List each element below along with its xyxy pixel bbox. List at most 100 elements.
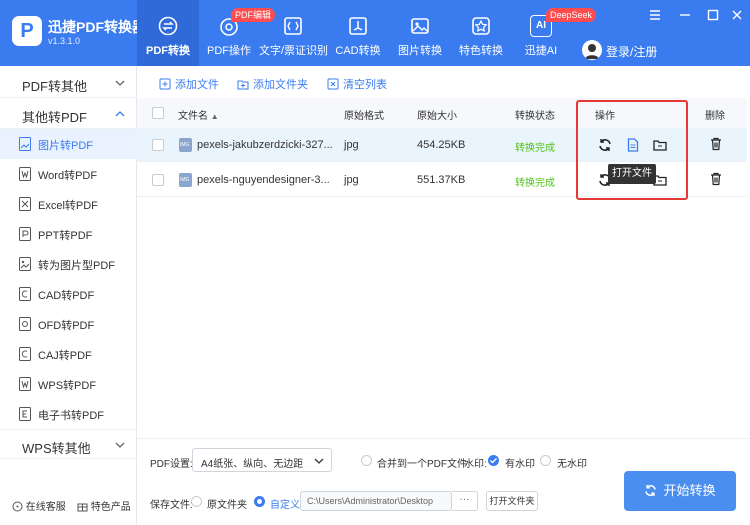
add-file-label: 添加文件 bbox=[175, 79, 219, 91]
original-folder-label: 原文件夹 bbox=[207, 500, 247, 511]
app-title: 迅捷PDF转换器 bbox=[48, 19, 146, 35]
original-folder-radio[interactable] bbox=[191, 496, 202, 507]
nav-ocr[interactable]: 文字/票证识别 bbox=[259, 0, 328, 66]
clear-list-label: 清空列表 bbox=[343, 79, 387, 91]
login-link[interactable]: 登录/注册 bbox=[606, 43, 657, 60]
add-file-button[interactable]: 添加文件 bbox=[159, 76, 219, 92]
status-badge: 转换完成 bbox=[515, 178, 555, 189]
row-checkbox[interactable] bbox=[152, 139, 164, 151]
nav-featured[interactable]: 特色转换 bbox=[451, 0, 511, 66]
sidebar-item-word-to-pdf[interactable]: Word转PDF bbox=[0, 159, 137, 189]
open-folder-button[interactable]: 打开文件夹 bbox=[486, 491, 538, 511]
no-watermark-radio[interactable] bbox=[540, 455, 551, 466]
trash-icon[interactable] bbox=[709, 137, 723, 151]
sidebar-item-label: Excel转PDF bbox=[38, 200, 98, 212]
wps-file-icon bbox=[19, 377, 31, 391]
header-status: 转换状态 bbox=[515, 111, 555, 122]
cad-file-icon bbox=[19, 287, 31, 301]
sidebar-item-label: Word转PDF bbox=[38, 170, 98, 182]
add-folder-label: 添加文件夹 bbox=[253, 79, 308, 91]
nav-cad[interactable]: CAD转换 bbox=[327, 0, 389, 66]
file-size: 551.37KB bbox=[417, 174, 466, 186]
sidebar-group-pdf-to-other[interactable]: PDF转其他 bbox=[0, 68, 137, 98]
sidebar-item-wps-to-pdf[interactable]: WPS转PDF bbox=[0, 369, 137, 399]
maximize-icon[interactable] bbox=[706, 8, 720, 22]
status-badge: 转换完成 bbox=[515, 143, 555, 154]
group-label: 其他转PDF bbox=[22, 110, 88, 125]
header-filename-label: 文件名 bbox=[178, 111, 208, 122]
sidebar-item-image-to-pdf[interactable]: 图片转PDF bbox=[0, 129, 137, 159]
deepseek-badge: DeepSeek bbox=[546, 8, 597, 22]
nav-pdf-convert[interactable]: PDF转换 bbox=[137, 0, 199, 66]
refresh-icon bbox=[645, 485, 657, 496]
nav-label: PDF转换 bbox=[146, 45, 190, 57]
add-file-icon bbox=[159, 78, 171, 90]
clear-list-icon bbox=[327, 78, 339, 90]
pdf-settings-select[interactable]: A4纸张、纵向、无边距 bbox=[192, 448, 332, 472]
ebook-file-icon bbox=[19, 407, 31, 421]
custom-folder-radio[interactable] bbox=[254, 496, 265, 507]
trash-icon[interactable] bbox=[709, 172, 723, 186]
sidebar-item-caj-to-pdf[interactable]: CAJ转PDF bbox=[0, 339, 137, 369]
header-delete: 删除 bbox=[705, 111, 725, 122]
minimize-icon[interactable] bbox=[678, 8, 692, 22]
merge-radio[interactable] bbox=[361, 455, 372, 466]
caj-file-icon bbox=[19, 347, 31, 361]
online-service-link[interactable]: 在线客服 bbox=[12, 498, 66, 513]
add-folder-icon bbox=[237, 80, 249, 90]
save-path-value: C:\Users\Administrator\Desktop bbox=[307, 496, 434, 506]
no-watermark-label: 无水印 bbox=[557, 459, 587, 470]
pdf-settings-label: PDF设置: bbox=[150, 459, 193, 470]
save-file-label: 保存文件: bbox=[150, 500, 193, 511]
ppt-file-icon bbox=[19, 227, 31, 241]
app-version: v1.3.1.0 bbox=[48, 36, 81, 46]
avatar[interactable] bbox=[582, 40, 602, 60]
start-convert-button[interactable]: 开始转换 bbox=[624, 471, 736, 511]
with-watermark-radio[interactable] bbox=[488, 455, 499, 466]
nav-label: CAD转换 bbox=[335, 45, 381, 57]
sidebar-item-label: WPS转PDF bbox=[38, 380, 97, 392]
file-name: pexels-jakubzerdzicki-327... bbox=[197, 139, 333, 151]
file-format: jpg bbox=[344, 139, 359, 151]
sidebar-item-cad-to-pdf[interactable]: CAD转PDF bbox=[0, 279, 137, 309]
add-folder-button[interactable]: 添加文件夹 bbox=[237, 76, 308, 92]
gift-icon bbox=[77, 503, 88, 512]
header-filename[interactable]: 文件名 ▲ bbox=[178, 107, 219, 122]
sidebar-item-image-pdf[interactable]: 转为图片型PDF bbox=[0, 249, 137, 279]
chevron-down-icon bbox=[314, 458, 324, 464]
watermark-label: 水印: bbox=[464, 459, 487, 470]
sidebar-item-ebook-to-pdf[interactable]: 电子书转PDF bbox=[0, 399, 137, 429]
sidebar-item-label: OFD转PDF bbox=[38, 320, 95, 332]
clear-list-button[interactable]: 清空列表 bbox=[327, 76, 387, 92]
image-file-icon: IMG bbox=[179, 173, 192, 187]
star-icon bbox=[472, 17, 490, 35]
image-file-icon bbox=[19, 137, 31, 151]
browse-button[interactable]: ··· bbox=[452, 491, 478, 511]
sidebar-item-ofd-to-pdf[interactable]: OFD转PDF bbox=[0, 309, 137, 339]
nav-image[interactable]: 图片转换 bbox=[389, 0, 451, 66]
save-path-field[interactable]: C:\Users\Administrator\Desktop bbox=[300, 491, 452, 511]
sidebar-group-other-to-pdf[interactable]: 其他转PDF bbox=[0, 99, 137, 129]
online-service-label: 在线客服 bbox=[25, 502, 66, 513]
with-watermark-label: 有水印 bbox=[505, 459, 535, 470]
nav-label: 图片转换 bbox=[398, 45, 442, 57]
header-format: 原始格式 bbox=[344, 111, 384, 122]
headset-icon bbox=[12, 501, 23, 512]
nav-label: 迅捷AI bbox=[524, 45, 558, 57]
sidebar-group-wps-to-other[interactable]: WPS转其他 bbox=[0, 429, 137, 459]
chevron-down-icon bbox=[115, 80, 125, 86]
sidebar-item-label: CAD转PDF bbox=[38, 290, 95, 302]
close-icon[interactable] bbox=[730, 8, 744, 22]
file-format: jpg bbox=[344, 174, 359, 186]
featured-products-label: 特色产品 bbox=[90, 502, 131, 513]
select-all-checkbox[interactable] bbox=[152, 107, 164, 119]
row-checkbox[interactable] bbox=[152, 174, 164, 186]
toolbar: 添加文件 添加文件夹 清空列表 bbox=[137, 66, 750, 98]
sidebar-item-label: 图片转PDF bbox=[38, 140, 93, 152]
sidebar-item-ppt-to-pdf[interactable]: PPT转PDF bbox=[0, 219, 137, 249]
featured-products-link[interactable]: 特色产品 bbox=[77, 498, 131, 513]
menu-icon[interactable] bbox=[648, 8, 662, 22]
sidebar-item-label: 转为图片型PDF bbox=[38, 260, 115, 272]
top-bar: P 迅捷PDF转换器 v1.3.1.0 PDF转换 PDF操作 PDF编辑 文字… bbox=[0, 0, 750, 66]
sidebar-item-excel-to-pdf[interactable]: Excel转PDF bbox=[0, 189, 137, 219]
